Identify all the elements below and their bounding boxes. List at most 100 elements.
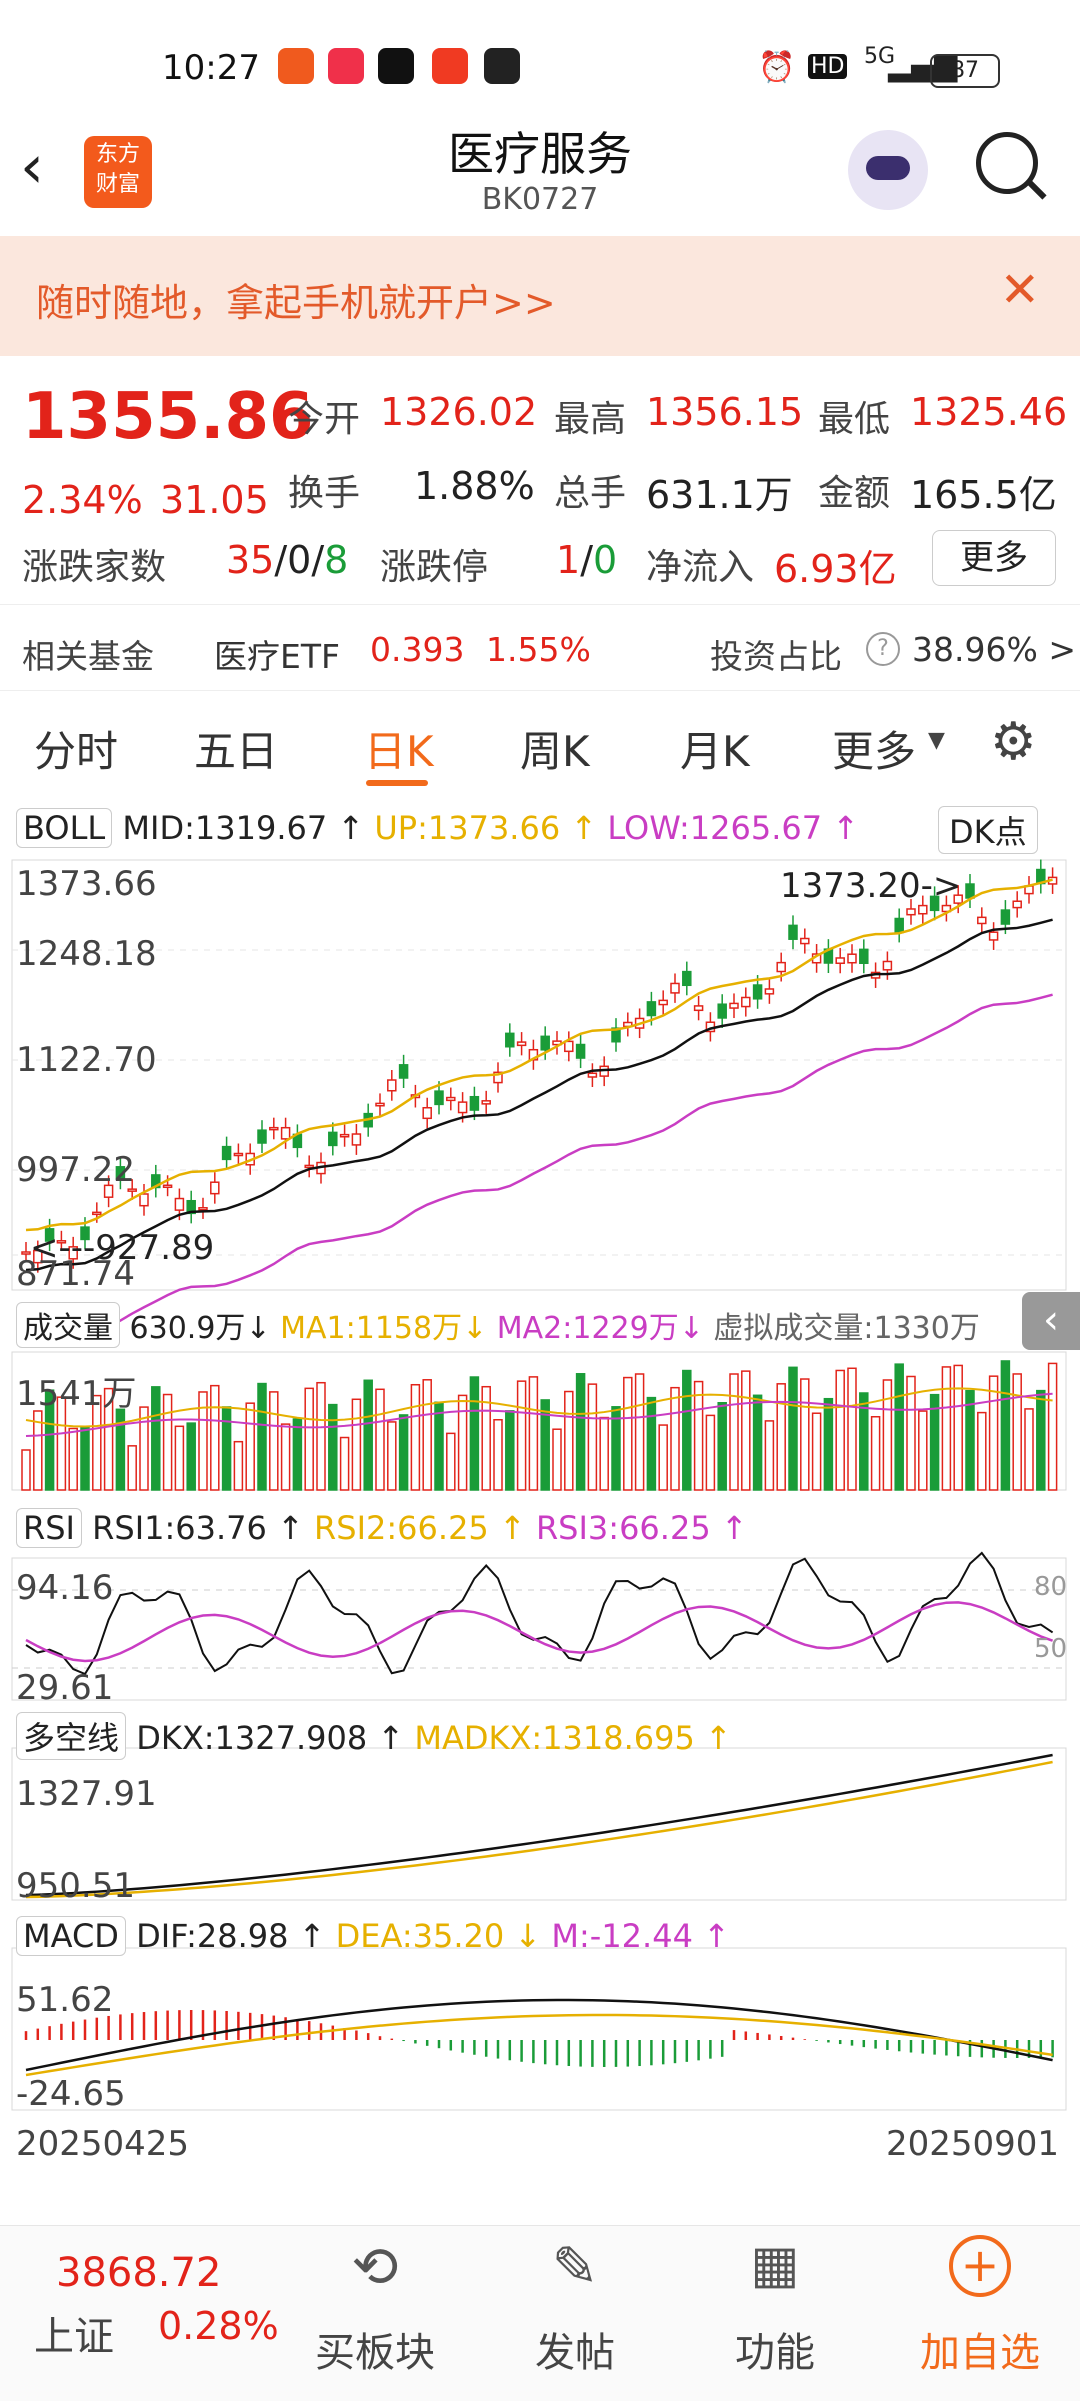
turnover-label: 换手 <box>288 473 361 514</box>
volume-bar <box>741 1370 751 1491</box>
rsi1-line <box>25 1551 1054 1676</box>
volume-bar <box>788 1366 798 1491</box>
fund-name[interactable]: 医疗ETF <box>214 630 340 678</box>
tab-fenshi[interactable]: 分时 <box>34 718 118 779</box>
buy-sector-icon[interactable]: ⟲ <box>300 2235 450 2300</box>
volume-bar <box>516 1380 527 1491</box>
candle <box>847 953 857 964</box>
macd-dea: DEA:35.20 <box>335 1917 505 1955</box>
close-icon[interactable]: ✕ <box>1000 262 1040 318</box>
candle <box>269 1126 279 1131</box>
candle <box>670 982 680 994</box>
high-label: 最高 <box>554 399 627 440</box>
panel-frame <box>11 1557 1067 1701</box>
volume-bar <box>257 1382 267 1491</box>
candle <box>139 1193 149 1207</box>
rsi-dropdown[interactable]: RSI <box>16 1508 82 1548</box>
index-percent[interactable]: 0.28% <box>158 2304 279 2348</box>
candle <box>788 924 798 940</box>
rsi-level-80: 80 <box>1034 1572 1068 1602</box>
rsi-level-50: 50 <box>1034 1634 1068 1664</box>
function-icon[interactable]: ▦ <box>700 2235 850 2295</box>
candle <box>375 1102 385 1107</box>
volume-bar <box>174 1425 185 1491</box>
tab-daily-k[interactable]: 日K <box>364 718 434 779</box>
dkx-dropdown[interactable]: 多空线 <box>16 1712 127 1760</box>
arrow-down-icon: ↓ <box>462 1311 488 1346</box>
invest-value[interactable]: 38.96% > <box>912 630 1076 669</box>
status-time: 10:27 <box>162 48 260 88</box>
boll-up-line <box>25 878 1053 1232</box>
volume-label: 总手 <box>554 473 627 514</box>
volume-bar <box>870 1416 881 1491</box>
limit-label: 涨跌停 <box>380 547 489 588</box>
arrow-up-icon: ↑ <box>720 1509 748 1547</box>
post-button[interactable]: 发帖 <box>500 2320 650 2378</box>
tab-wuri[interactable]: 五日 <box>194 718 278 779</box>
volume-bar <box>210 1384 220 1491</box>
volume-bar <box>434 1401 444 1491</box>
candle <box>564 1040 574 1053</box>
volume-bar <box>80 1426 90 1491</box>
robot-assistant-icon[interactable] <box>848 130 928 210</box>
macd-dropdown[interactable]: MACD <box>16 1916 126 1956</box>
volume-bar <box>894 1363 904 1491</box>
help-icon[interactable]: ? <box>866 632 900 666</box>
amount-value: 165.5亿 <box>910 473 1057 517</box>
more-button[interactable]: 更多 <box>932 530 1056 586</box>
banner-text[interactable]: 随时随地，拿起手机就开户>> <box>36 272 556 327</box>
tab-monthly-k[interactable]: 月K <box>680 718 750 779</box>
add-favorite-button[interactable]: 加自选 <box>905 2320 1055 2378</box>
limit-up-count: 1 <box>556 538 581 582</box>
tab-weekly-k[interactable]: 周K <box>520 718 590 779</box>
volume-dropdown[interactable]: 成交量 <box>16 1302 120 1348</box>
candle <box>988 931 999 941</box>
high-value: 1356.15 <box>646 390 804 434</box>
volume-bar <box>682 1369 692 1491</box>
function-button[interactable]: 功能 <box>700 2320 850 2378</box>
change-percent: 2.34% <box>22 478 143 522</box>
volume-bar <box>269 1391 279 1491</box>
buy-sector-button[interactable]: 买板块 <box>300 2320 450 2378</box>
turnover-value: 1.88% <box>414 464 535 508</box>
post-icon[interactable]: ✎ <box>500 2235 650 2300</box>
candle <box>882 960 893 971</box>
candle <box>505 1032 515 1048</box>
arrow-down-icon: ↓ <box>245 1311 271 1346</box>
arrow-down-icon: ↓ <box>678 1311 704 1346</box>
change-value: 31.05 <box>160 478 269 522</box>
indicator-dropdown[interactable]: BOLL <box>16 808 113 848</box>
index-price[interactable]: 3868.72 <box>56 2250 221 2296</box>
invest-label: 投资占比 <box>710 637 842 676</box>
tab-more[interactable]: 更多 <box>832 718 916 779</box>
volume-bar <box>623 1376 633 1491</box>
candle <box>446 1096 456 1102</box>
candle <box>540 1035 550 1051</box>
volume-bar <box>505 1410 515 1491</box>
collapse-panel-button[interactable]: ‹ <box>1022 1292 1080 1350</box>
volume-header: 成交量 630.9万↓ MA1:1158万↓ MA2:1229万↓ 虚拟成交量:… <box>16 1302 980 1348</box>
battery-icon: 87 <box>930 54 1000 88</box>
dk-point-button[interactable]: DK点 <box>938 806 1038 854</box>
boll-mid: MID:1319.67 <box>122 809 328 847</box>
volume-bar <box>1024 1408 1034 1491</box>
y-axis-label: 1248.18 <box>16 934 157 974</box>
volume-value: 630.9万 <box>129 1311 246 1346</box>
index-name[interactable]: 上证 <box>34 2304 114 2362</box>
candle <box>469 1095 480 1111</box>
open-account-banner[interactable]: 随时随地，拿起手机就开户>> ✕ <box>0 236 1080 356</box>
low-label: 最低 <box>818 399 891 440</box>
up-count: 35 <box>226 538 275 582</box>
add-favorite-icon[interactable]: + <box>905 2235 1055 2297</box>
candle <box>575 1043 586 1059</box>
candle <box>481 1100 491 1105</box>
gear-icon[interactable]: ⚙ <box>990 712 1037 772</box>
dkx-header: 多空线 DKX:1327.908 ↑ MADKX:1318.695 ↑ <box>16 1712 732 1760</box>
volume-bar <box>186 1422 196 1491</box>
inflow-label: 净流入 <box>646 547 755 588</box>
volume-bar <box>469 1376 480 1491</box>
candle <box>894 917 904 934</box>
candle <box>174 1197 185 1211</box>
candle <box>92 1211 102 1216</box>
volume-ma1: MA1:1158万 <box>280 1311 463 1346</box>
